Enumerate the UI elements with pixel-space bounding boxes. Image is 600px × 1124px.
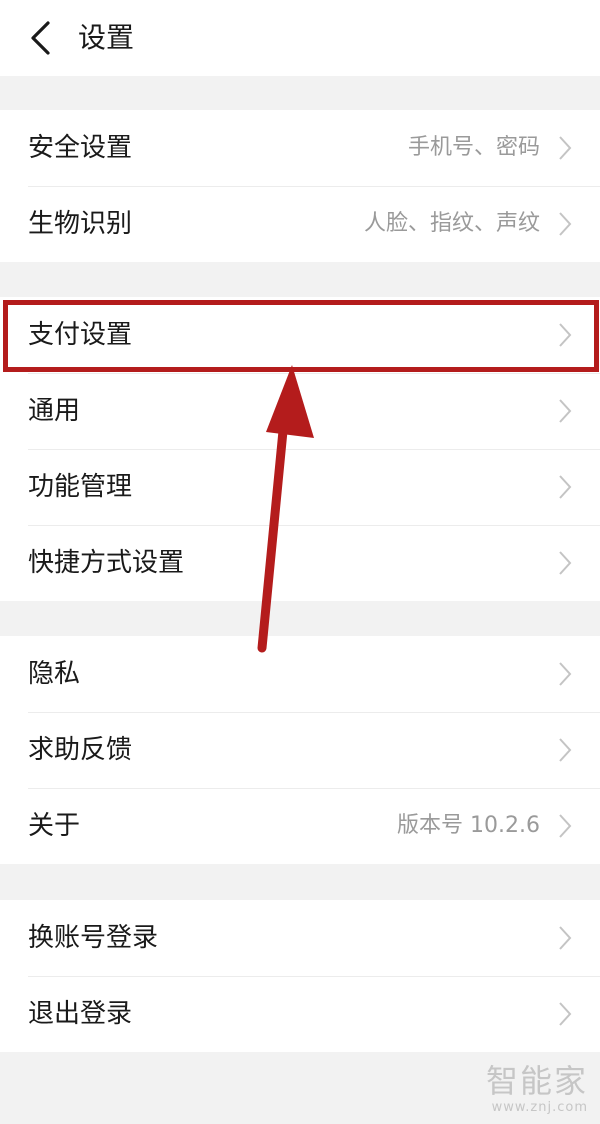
chevron-right-icon xyxy=(559,662,572,686)
settings-row-feature-management[interactable]: 功能管理 xyxy=(0,449,600,525)
row-label: 退出登录 xyxy=(28,999,133,1029)
watermark-url: www.znj.com xyxy=(491,1100,588,1115)
row-label: 功能管理 xyxy=(28,472,133,502)
row-label: 安全设置 xyxy=(28,133,133,163)
settings-group-account: 安全设置 手机号、密码 生物识别 人脸、指纹、声纹 xyxy=(0,110,600,262)
row-value: 手机号、密码 xyxy=(407,135,540,160)
chevron-right-icon xyxy=(559,738,572,762)
chevron-right-icon xyxy=(559,399,572,423)
settings-row-shortcuts[interactable]: 快捷方式设置 xyxy=(0,525,600,601)
row-label: 求助反馈 xyxy=(28,735,133,765)
chevron-right-icon xyxy=(559,1002,572,1026)
settings-row-biometrics[interactable]: 生物识别 人脸、指纹、声纹 xyxy=(0,186,600,262)
settings-row-security[interactable]: 安全设置 手机号、密码 xyxy=(0,110,600,186)
settings-group-general: 支付设置 通用 功能管理 快捷方式设置 xyxy=(0,297,600,601)
settings-row-payment[interactable]: 支付设置 xyxy=(0,297,600,373)
chevron-right-icon xyxy=(559,475,572,499)
chevron-right-icon xyxy=(559,212,572,236)
row-value: 版本号 10.2.6 xyxy=(397,813,540,838)
watermark: 智能家 www.znj.com xyxy=(486,1062,588,1116)
row-label: 换账号登录 xyxy=(28,923,159,953)
chevron-right-icon xyxy=(559,926,572,950)
settings-row-logout[interactable]: 退出登录 xyxy=(0,976,600,1052)
row-value: 人脸、指纹、声纹 xyxy=(363,211,540,236)
chevron-right-icon xyxy=(559,551,572,575)
row-label: 支付设置 xyxy=(28,320,133,350)
settings-row-feedback[interactable]: 求助反馈 xyxy=(0,712,600,788)
settings-row-switch-account[interactable]: 换账号登录 xyxy=(0,900,600,976)
chevron-right-icon xyxy=(559,136,572,160)
row-label: 快捷方式设置 xyxy=(28,548,185,578)
app-header: 设置 xyxy=(0,0,600,76)
row-label: 隐私 xyxy=(28,659,81,689)
back-icon[interactable] xyxy=(28,20,52,56)
row-label: 关于 xyxy=(28,811,81,841)
settings-group-about: 隐私 求助反馈 关于 版本号 10.2.6 xyxy=(0,636,600,864)
settings-row-general[interactable]: 通用 xyxy=(0,373,600,449)
settings-row-privacy[interactable]: 隐私 xyxy=(0,636,600,712)
row-label: 通用 xyxy=(28,396,81,426)
chevron-right-icon xyxy=(559,323,572,347)
settings-row-about[interactable]: 关于 版本号 10.2.6 xyxy=(0,788,600,864)
page-title: 设置 xyxy=(78,21,135,54)
watermark-logo: 智能家 xyxy=(485,1062,588,1100)
chevron-right-icon xyxy=(559,814,572,838)
settings-group-account-actions: 换账号登录 退出登录 xyxy=(0,900,600,1052)
row-label: 生物识别 xyxy=(28,209,133,239)
